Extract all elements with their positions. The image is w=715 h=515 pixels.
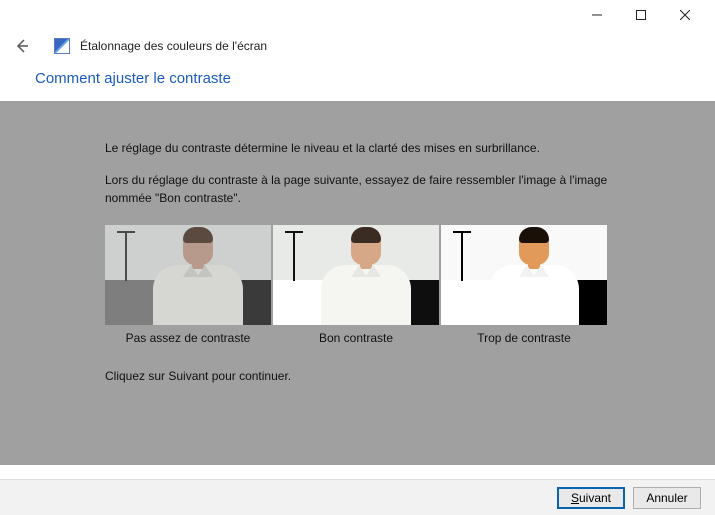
minimize-button[interactable] xyxy=(575,0,619,30)
continue-hint: Cliquez sur Suivant pour continuer. xyxy=(105,367,645,385)
content-panel: Le réglage du contraste détermine le niv… xyxy=(0,101,715,465)
caption-high: Trop de contraste xyxy=(441,331,607,345)
footer: Suivant Annuler xyxy=(0,479,715,515)
titlebar xyxy=(0,0,715,30)
instruction-text: Lors du réglage du contraste à la page s… xyxy=(105,171,645,207)
example-images xyxy=(105,225,645,325)
app-icon xyxy=(54,38,70,54)
window-title: Étalonnage des couleurs de l'écran xyxy=(80,39,267,53)
maximize-button[interactable] xyxy=(619,0,663,30)
example-captions: Pas assez de contraste Bon contraste Tro… xyxy=(105,331,645,345)
page-heading: Comment ajuster le contraste xyxy=(35,70,715,87)
example-good-contrast xyxy=(273,225,439,325)
next-button[interactable]: Suivant xyxy=(557,487,625,509)
caption-low: Pas assez de contraste xyxy=(105,331,271,345)
header: Étalonnage des couleurs de l'écran xyxy=(0,30,715,70)
caption-good: Bon contraste xyxy=(273,331,439,345)
close-button[interactable] xyxy=(663,0,707,30)
example-high-contrast xyxy=(441,225,607,325)
back-button[interactable] xyxy=(10,34,34,58)
heading-area: Comment ajuster le contraste xyxy=(0,70,715,101)
cancel-button[interactable]: Annuler xyxy=(633,487,701,509)
example-low-contrast xyxy=(105,225,271,325)
intro-text: Le réglage du contraste détermine le niv… xyxy=(105,139,645,157)
